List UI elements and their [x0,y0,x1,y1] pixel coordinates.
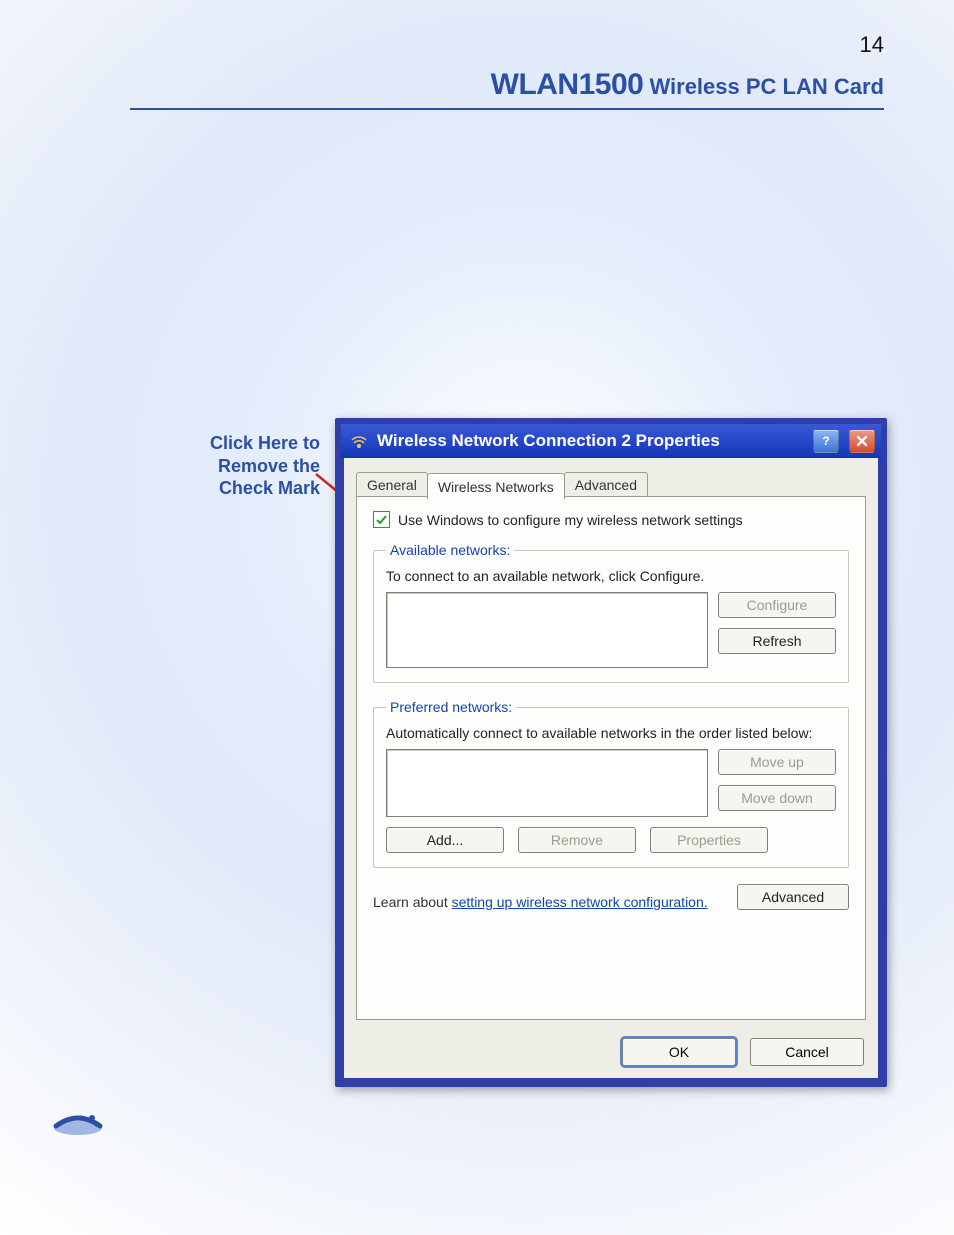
preferred-networks-desc: Automatically connect to available netwo… [386,725,836,741]
tab-wireless-networks[interactable]: Wireless Networks [427,473,565,499]
move-down-button[interactable]: Move down [718,785,836,811]
dialog-title: Wireless Network Connection 2 Properties [377,431,720,451]
remove-button[interactable]: Remove [518,827,636,853]
learn-row: Learn about setting up wireless network … [373,884,849,910]
page-number: 14 [860,32,884,58]
annotation-line: Click Here to [170,432,320,455]
available-networks-group: Available networks: To connect to an ava… [373,542,849,683]
check-icon [375,513,388,526]
annotation-line: Remove the [170,455,320,478]
dialog-buttons: OK Cancel [622,1038,864,1066]
page-header: WLAN1500 Wireless PC LAN Card [130,68,884,110]
learn-prefix: Learn about [373,894,452,910]
configure-button[interactable]: Configure [718,592,836,618]
dialog-client-area: General Wireless Networks Advanced Use W… [344,458,878,1078]
preferred-networks-group: Preferred networks: Automatically connec… [373,699,849,868]
annotation-line: Check Mark [170,477,320,500]
refresh-button[interactable]: Refresh [718,628,836,654]
available-networks-legend: Available networks: [386,542,514,558]
use-windows-label: Use Windows to configure my wireless net… [398,512,743,528]
available-networks-list[interactable] [386,592,708,668]
ok-button[interactable]: OK [622,1038,736,1066]
close-icon [856,435,868,447]
header-title-rest: Wireless PC LAN Card [643,74,884,99]
add-button[interactable]: Add... [386,827,504,853]
preferred-networks-list[interactable] [386,749,708,817]
annotation-remove-check: Click Here to Remove the Check Mark [170,432,320,500]
learn-text: Learn about setting up wireless network … [373,894,708,910]
close-button[interactable] [849,429,875,453]
advanced-button[interactable]: Advanced [737,884,849,910]
available-networks-desc: To connect to an available network, clic… [386,568,836,584]
tab-general[interactable]: General [356,472,428,498]
cancel-button[interactable]: Cancel [750,1038,864,1066]
use-windows-checkbox[interactable] [373,511,390,528]
properties-button[interactable]: Properties [650,827,768,853]
footer-logo [50,1104,106,1143]
tab-panel-wireless: Use Windows to configure my wireless net… [356,496,866,1020]
titlebar[interactable]: Wireless Network Connection 2 Properties… [341,424,881,458]
header-title-strong: WLAN1500 [491,68,644,101]
preferred-networks-legend: Preferred networks: [386,699,516,715]
tab-strip: General Wireless Networks Advanced [356,472,647,498]
properties-dialog: Wireless Network Connection 2 Properties… [335,418,887,1087]
help-icon: ? [820,434,832,448]
wireless-icon [351,433,367,449]
tab-advanced[interactable]: Advanced [564,472,648,498]
learn-link[interactable]: setting up wireless network configuratio… [452,894,708,910]
move-up-button[interactable]: Move up [718,749,836,775]
help-button[interactable]: ? [813,429,839,453]
use-windows-row: Use Windows to configure my wireless net… [373,511,849,528]
svg-text:?: ? [822,434,829,448]
